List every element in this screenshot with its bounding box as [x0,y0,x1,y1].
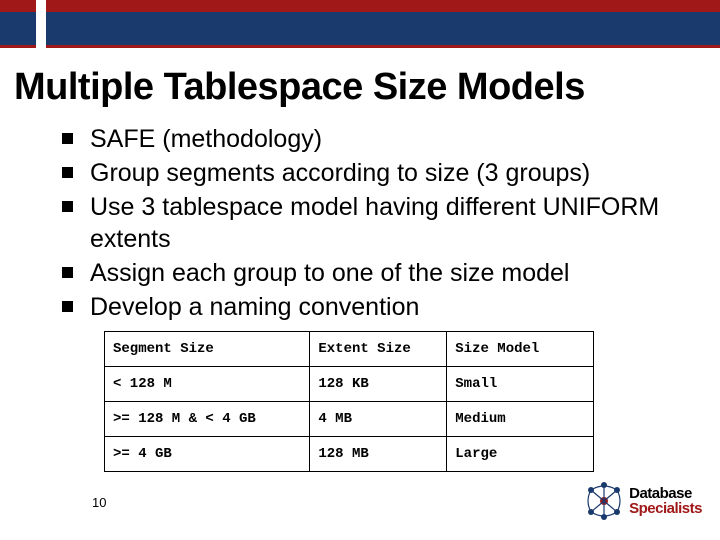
table-cell: Large [447,437,594,472]
table-cell: >= 128 M & < 4 GB [105,402,310,437]
list-item: SAFE (methodology) [62,123,680,155]
bullet-list: SAFE (methodology) Group segments accord… [0,123,720,323]
brand-logo: Database Specialists [583,480,702,522]
table-cell: 128 KB [310,367,447,402]
table-cell: < 128 M [105,367,310,402]
list-item: Use 3 tablespace model having different … [62,191,680,255]
table-cell: Medium [447,402,594,437]
table-header: Segment Size [105,332,310,367]
list-item: Develop a naming convention [62,291,680,323]
table-row: >= 128 M & < 4 GB 4 MB Medium [105,402,594,437]
logo-text: Database Specialists [629,486,702,516]
list-item: Assign each group to one of the size mod… [62,257,680,289]
page-title: Multiple Tablespace Size Models [0,48,720,123]
table-row: >= 4 GB 128 MB Large [105,437,594,472]
logo-icon [583,480,625,522]
size-model-table: Segment Size Extent Size Size Model < 12… [104,331,594,472]
table-cell: Small [447,367,594,402]
table-header: Size Model [447,332,594,367]
page-number: 10 [92,495,106,510]
logo-word-2: Specialists [629,501,702,516]
table-cell: >= 4 GB [105,437,310,472]
list-item: Group segments according to size (3 grou… [62,157,680,189]
table-row: < 128 M 128 KB Small [105,367,594,402]
table-cell: 4 MB [310,402,447,437]
table-header: Extent Size [310,332,447,367]
logo-word-1: Database [629,486,702,501]
table-cell: 128 MB [310,437,447,472]
table-header-row: Segment Size Extent Size Size Model [105,332,594,367]
header-bar [0,0,720,48]
